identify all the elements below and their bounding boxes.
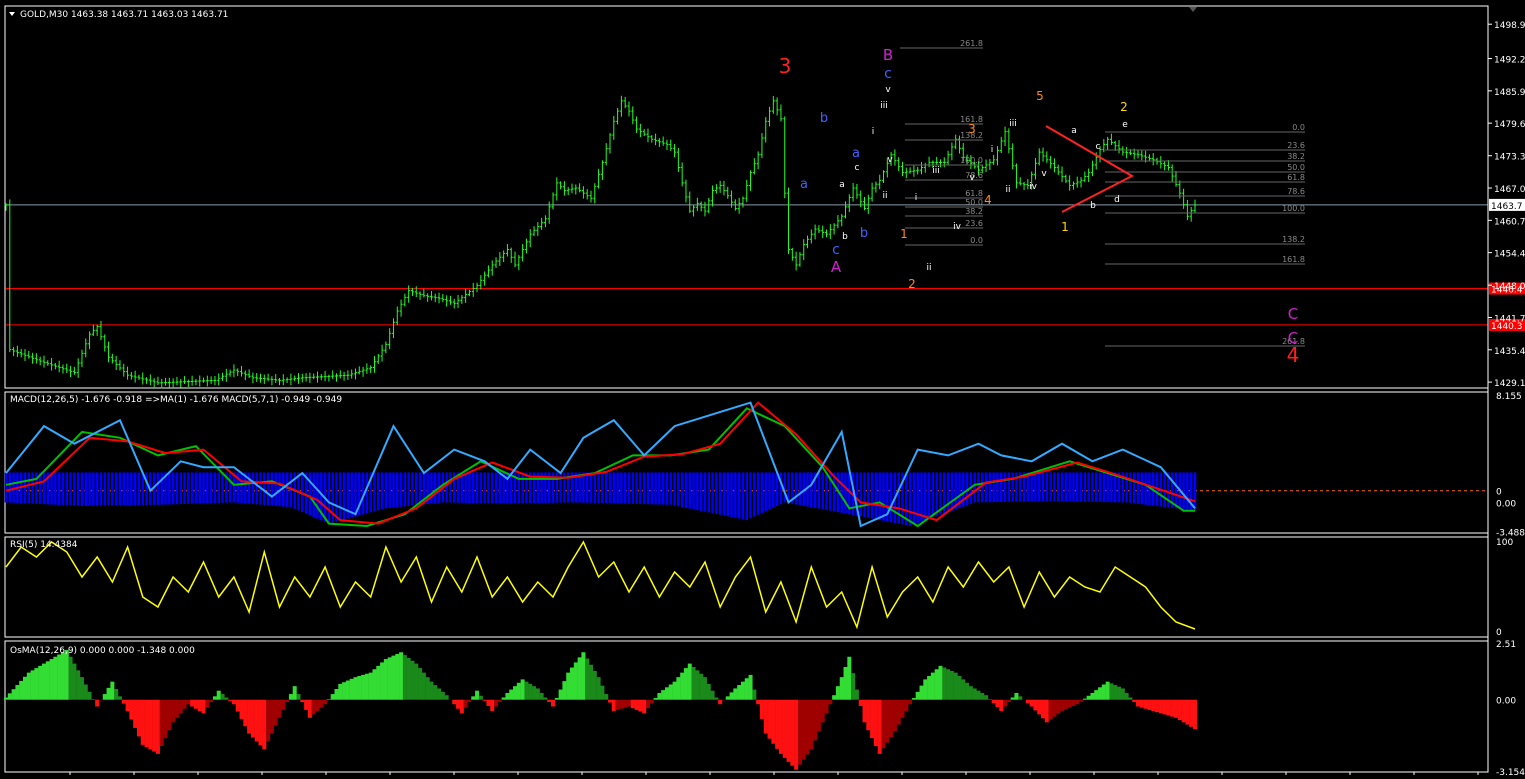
wave-label: 5	[1036, 89, 1044, 103]
osma-tick-label: 2.51	[1496, 640, 1516, 650]
wave-label: iii	[932, 166, 940, 176]
price-tick-label: 1429.15	[1494, 379, 1525, 389]
fib-level-label: 50.0	[1287, 163, 1305, 172]
osma-tick-label: 0.00	[1496, 697, 1516, 707]
fib-level-label: 78.6	[1287, 187, 1305, 196]
fib-level-label: 261.8	[960, 39, 983, 48]
price-tick-label: 1467.00	[1494, 185, 1525, 195]
price-tick-label: 1448.05	[1494, 282, 1525, 292]
wave-label: i	[872, 127, 875, 137]
wave-label: B	[883, 46, 893, 64]
price-tick-label: 1498.95	[1494, 21, 1525, 31]
wave-label: e	[1122, 120, 1128, 130]
wave-label: c	[884, 66, 892, 82]
wave-label: 4	[1287, 343, 1300, 367]
wave-label: v	[969, 173, 975, 183]
wave-label: iv	[953, 222, 962, 232]
wave-label: 2	[908, 277, 916, 291]
wave-label: v	[885, 85, 891, 95]
price-tick-label: 1492.25	[1494, 56, 1525, 66]
rsi-tick-label: 0	[1496, 628, 1502, 638]
wave-label: v	[887, 155, 893, 165]
wave-label: 3	[968, 122, 976, 136]
wave-label: 2	[1120, 100, 1128, 114]
wave-label: ii	[926, 263, 931, 273]
wave-label: A	[831, 258, 842, 276]
wave-label: iv	[1029, 182, 1038, 192]
fib-level-label: 138.2	[1282, 235, 1305, 244]
mt4-chart-window: 261.8 161.8 138.2 100.0 78.6 61.8 50.0 38.2 23.6…	[0, 0, 1525, 778]
fib-level-label: 23.6	[965, 219, 983, 228]
wave-label: c	[832, 242, 840, 258]
wave-label: C	[1288, 305, 1298, 323]
macd-tick-label: 0	[1496, 488, 1502, 498]
price-tick-label: 1454.40	[1494, 250, 1525, 260]
wave-label: c	[855, 163, 860, 173]
wave-label: iii	[880, 101, 888, 111]
osma-title: OsMA(12,26,9) 0.000 0.000 -1.348 0.000	[10, 646, 195, 656]
wave-label: a	[852, 146, 860, 161]
wave-label: b	[820, 111, 828, 126]
price-tick-label: 1479.65	[1494, 120, 1525, 130]
fib-level-label: 38.2	[1287, 152, 1305, 161]
wave-label: i	[915, 193, 918, 203]
wave-label: v	[1041, 169, 1047, 179]
macd-tick-label: 0.00	[1496, 499, 1516, 509]
price-tick-label: 1460.70	[1494, 217, 1525, 227]
fib-level-label: 100.0	[960, 156, 983, 165]
wave-label: 3	[779, 54, 792, 78]
price-tick-label: 1441.75	[1494, 314, 1525, 324]
fib-level-label: 61.8	[1287, 173, 1305, 182]
wave-label: 4	[984, 193, 992, 207]
macd-title: MACD(12,26,5) -1.676 -0.918 =>MA(1) -1.6…	[10, 395, 342, 405]
rsi-title: RSI(5) 14.4384	[10, 540, 78, 550]
wave-label: d	[1114, 195, 1120, 205]
price-tick-label: 1485.95	[1494, 88, 1525, 98]
wave-label: b	[842, 232, 848, 242]
chart-canvas[interactable]: 261.8161.8138.2100.078.661.850.038.223.6…	[0, 0, 1525, 778]
wave-label: iii	[1009, 119, 1017, 129]
wave-label: a	[800, 177, 808, 192]
fib-level-label: 61.8	[965, 189, 983, 198]
wave-label: b	[860, 226, 868, 241]
wave-label: i	[991, 145, 994, 155]
fib-level-label: 0.0	[970, 236, 983, 245]
fib-level-label: 0.0	[1292, 123, 1305, 132]
wave-label: b	[1090, 201, 1096, 211]
wave-label: 1	[1061, 220, 1069, 234]
rsi-tick-label: 100	[1496, 538, 1513, 548]
macd-tick-label: 8.155	[1496, 392, 1522, 402]
fib-level-label: 100.0	[1282, 204, 1305, 213]
fib-level-label: 23.6	[1287, 141, 1305, 150]
wave-label: ii	[882, 191, 887, 201]
wave-label: 1	[900, 227, 908, 241]
osma-tick-label: -3.154	[1496, 768, 1525, 775]
main-chart-title: GOLD,M30 1463.38 1463.71 1463.03 1463.71	[20, 10, 228, 20]
fib-level-label: 161.8	[1282, 255, 1305, 264]
wave-label: ii	[1005, 185, 1010, 195]
fib-level-label: 50.0	[965, 198, 983, 207]
wave-label: a	[839, 180, 845, 190]
fib-level-label: 38.2	[965, 207, 983, 216]
price-tick-label: 1473.30	[1494, 153, 1525, 163]
price-tick-label: 1435.45	[1494, 347, 1525, 357]
wave-label: c	[1096, 142, 1101, 152]
wave-label: a	[1071, 126, 1077, 136]
current-price-label: 1463.7	[1491, 202, 1523, 212]
